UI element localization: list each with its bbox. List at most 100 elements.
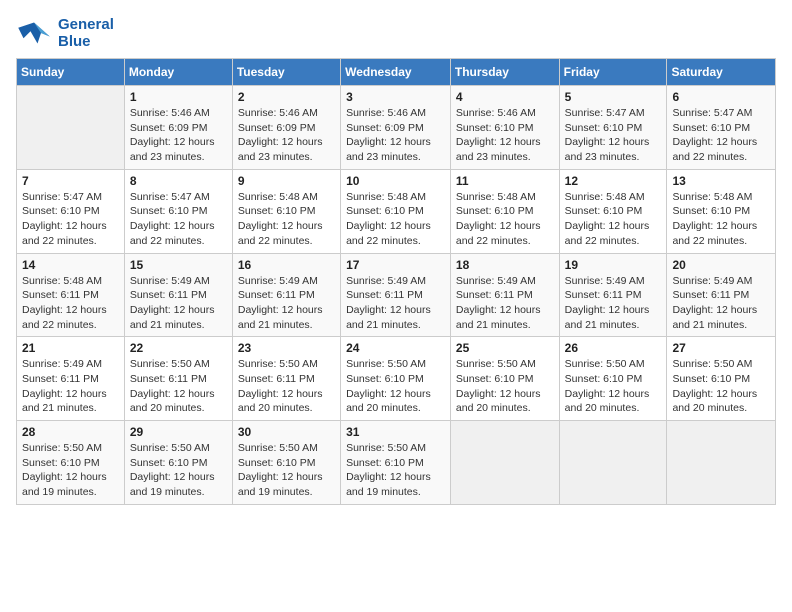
day-info: Sunrise: 5:49 AM Sunset: 6:11 PM Dayligh… [672,274,770,333]
day-header-sunday: Sunday [17,59,125,86]
calendar-cell: 30 Sunrise: 5:50 AM Sunset: 6:10 PM Dayli… [232,421,340,505]
calendar-cell: 11 Sunrise: 5:48 AM Sunset: 6:10 PM Dayli… [450,169,559,253]
calendar-table: SundayMondayTuesdayWednesdayThursdayFrid… [16,58,776,505]
day-number: 1 [130,90,227,104]
calendar-cell: 29Sunrise: 5:50 AM Sunset: 6:10 PM Dayli… [124,421,232,505]
day-header-friday: Friday [559,59,667,86]
day-number: 10 [346,174,445,188]
day-info: Sunrise: 5:49 AM Sunset: 6:11 PM Dayligh… [346,274,445,333]
day-info: Sunrise: 5:50 AM Sunset: 6:10 PM Dayligh… [238,441,335,500]
calendar-cell: 9 Sunrise: 5:48 AM Sunset: 6:10 PM Daylig… [232,169,340,253]
day-info: Sunrise: 5:47 AM Sunset: 6:10 PM Dayligh… [22,190,119,249]
calendar-cell: 22 Sunrise: 5:50 AM Sunset: 6:11 PM Dayli… [124,337,232,421]
day-number: 25 [456,341,554,355]
logo-text: General Blue [58,16,114,50]
calendar-week-3: 14Sunrise: 5:48 AM Sunset: 6:11 PM Dayli… [17,253,776,337]
day-info: Sunrise: 5:46 AM Sunset: 6:09 PM Dayligh… [346,106,445,165]
calendar-cell: 10 Sunrise: 5:48 AM Sunset: 6:10 PM Dayli… [341,169,451,253]
day-info: Sunrise: 5:50 AM Sunset: 6:10 PM Dayligh… [346,441,445,500]
day-number: 21 [22,341,119,355]
day-number: 31 [346,425,445,439]
calendar-cell [559,421,667,505]
day-info: Sunrise: 5:48 AM Sunset: 6:10 PM Dayligh… [456,190,554,249]
day-number: 6 [672,90,770,104]
day-number: 29 [130,425,227,439]
day-number: 13 [672,174,770,188]
day-info: Sunrise: 5:47 AM Sunset: 6:10 PM Dayligh… [565,106,662,165]
logo: General Blue [16,16,114,50]
day-number: 18 [456,258,554,272]
logo-icon [16,19,52,47]
day-info: Sunrise: 5:46 AM Sunset: 6:10 PM Dayligh… [456,106,554,165]
day-info: Sunrise: 5:50 AM Sunset: 6:10 PM Dayligh… [22,441,119,500]
day-info: Sunrise: 5:50 AM Sunset: 6:11 PM Dayligh… [130,357,227,416]
day-info: Sunrise: 5:48 AM Sunset: 6:10 PM Dayligh… [565,190,662,249]
day-number: 7 [22,174,119,188]
day-info: Sunrise: 5:50 AM Sunset: 6:10 PM Dayligh… [456,357,554,416]
calendar-cell: 12 Sunrise: 5:48 AM Sunset: 6:10 PM Dayli… [559,169,667,253]
calendar-cell: 28 Sunrise: 5:50 AM Sunset: 6:10 PM Dayli… [17,421,125,505]
calendar-cell: 1Sunrise: 5:46 AM Sunset: 6:09 PM Daylig… [124,86,232,170]
day-number: 8 [130,174,227,188]
day-number: 11 [456,174,554,188]
day-info: Sunrise: 5:47 AM Sunset: 6:10 PM Dayligh… [130,190,227,249]
day-info: Sunrise: 5:48 AM Sunset: 6:10 PM Dayligh… [672,190,770,249]
day-number: 30 [238,425,335,439]
calendar-cell: 2 Sunrise: 5:46 AM Sunset: 6:09 PM Daylig… [232,86,340,170]
calendar-cell: 4 Sunrise: 5:46 AM Sunset: 6:10 PM Daylig… [450,86,559,170]
day-number: 24 [346,341,445,355]
day-info: Sunrise: 5:46 AM Sunset: 6:09 PM Dayligh… [238,106,335,165]
calendar-week-1: 1 Sunrise: 5:46 AM Sunset: 6:09 PM Daylig… [17,86,776,170]
day-number: 17 [346,258,445,272]
day-info: Sunrise: 5:48 AM Sunset: 6:10 PM Dayligh… [238,190,335,249]
calendar-cell: 27 Sunrise: 5:50 AM Sunset: 6:10 PM Dayli… [667,337,776,421]
calendar-week-5: 28 Sunrise: 5:50 AM Sunset: 6:10 PM Dayli… [17,421,776,505]
day-info: Sunrise: 5:50 AM Sunset: 6:10 PM Dayligh… [565,357,662,416]
calendar-cell: 13 Sunrise: 5:48 AM Sunset: 6:10 PM Dayli… [667,169,776,253]
day-number: 28 [22,425,119,439]
day-number: 19 [565,258,662,272]
day-info: Sunrise: 5:50 AM Sunset: 6:10 PM Dayligh… [672,357,770,416]
day-info: Sunrise: 5:49 AM Sunset: 6:11 PM Dayligh… [238,274,335,333]
day-header-saturday: Saturday [667,59,776,86]
day-number: 15 [130,258,227,272]
day-number: 2 [238,90,335,104]
day-number: 22 [130,341,227,355]
calendar-cell: 16Sunrise: 5:49 AM Sunset: 6:11 PM Dayli… [232,253,340,337]
calendar-cell: 23Sunrise: 5:50 AM Sunset: 6:11 PM Dayli… [232,337,340,421]
calendar-cell [450,421,559,505]
day-info: Sunrise: 5:50 AM Sunset: 6:10 PM Dayligh… [346,357,445,416]
day-number: 4 [456,90,554,104]
calendar-cell [17,86,125,170]
page-header: General Blue [16,16,776,50]
day-number: 23 [238,341,335,355]
calendar-cell: 21 Sunrise: 5:49 AM Sunset: 6:11 PM Dayli… [17,337,125,421]
calendar-cell: 14Sunrise: 5:48 AM Sunset: 6:11 PM Dayli… [17,253,125,337]
calendar-cell: 7 Sunrise: 5:47 AM Sunset: 6:10 PM Daylig… [17,169,125,253]
day-header-wednesday: Wednesday [341,59,451,86]
day-number: 27 [672,341,770,355]
day-info: Sunrise: 5:49 AM Sunset: 6:11 PM Dayligh… [22,357,119,416]
calendar-cell: 17 Sunrise: 5:49 AM Sunset: 6:11 PM Dayli… [341,253,451,337]
calendar-cell: 24 Sunrise: 5:50 AM Sunset: 6:10 PM Dayli… [341,337,451,421]
day-info: Sunrise: 5:48 AM Sunset: 6:10 PM Dayligh… [346,190,445,249]
day-header-monday: Monday [124,59,232,86]
day-number: 5 [565,90,662,104]
calendar-cell: 20 Sunrise: 5:49 AM Sunset: 6:11 PM Dayli… [667,253,776,337]
calendar-week-2: 7 Sunrise: 5:47 AM Sunset: 6:10 PM Daylig… [17,169,776,253]
day-number: 9 [238,174,335,188]
day-number: 3 [346,90,445,104]
day-header-tuesday: Tuesday [232,59,340,86]
calendar-cell: 15 Sunrise: 5:49 AM Sunset: 6:11 PM Dayli… [124,253,232,337]
day-info: Sunrise: 5:48 AM Sunset: 6:11 PM Dayligh… [22,274,119,333]
days-header-row: SundayMondayTuesdayWednesdayThursdayFrid… [17,59,776,86]
day-info: Sunrise: 5:49 AM Sunset: 6:11 PM Dayligh… [456,274,554,333]
calendar-cell: 3 Sunrise: 5:46 AM Sunset: 6:09 PM Daylig… [341,86,451,170]
calendar-week-4: 21 Sunrise: 5:49 AM Sunset: 6:11 PM Dayli… [17,337,776,421]
day-info: Sunrise: 5:49 AM Sunset: 6:11 PM Dayligh… [565,274,662,333]
day-info: Sunrise: 5:49 AM Sunset: 6:11 PM Dayligh… [130,274,227,333]
day-number: 20 [672,258,770,272]
day-number: 12 [565,174,662,188]
calendar-cell: 19 Sunrise: 5:49 AM Sunset: 6:11 PM Dayli… [559,253,667,337]
day-header-thursday: Thursday [450,59,559,86]
